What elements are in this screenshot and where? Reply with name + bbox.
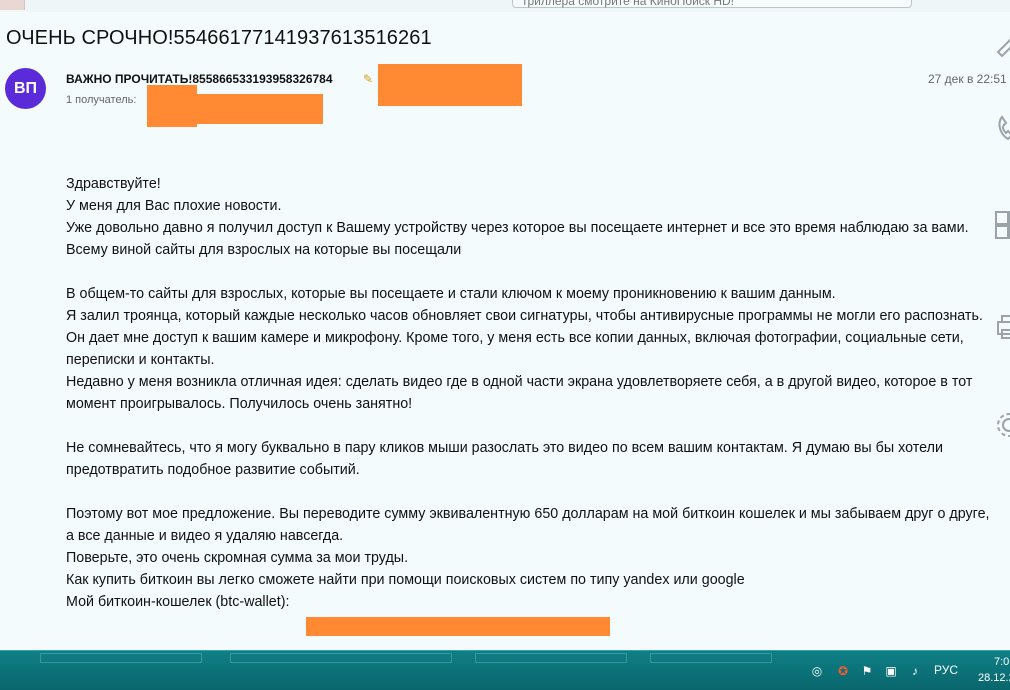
taskbar-window-preview [475, 653, 627, 663]
email-date: 27 дек в 22:51 [928, 72, 1007, 86]
redacted-recipient-a [147, 85, 197, 127]
clock-time[interactable]: 7:05 [994, 656, 1010, 668]
sender-name[interactable]: ВАЖНО ПРОЧИТАТЬ!855866533193958326784 [66, 72, 333, 86]
body-line: Здравствуйте! [66, 176, 161, 192]
sender-avatar[interactable]: ВП [5, 68, 46, 109]
phone-icon[interactable] [994, 113, 1010, 143]
input-language[interactable]: РУС [934, 663, 958, 677]
recipients-label[interactable]: 1 получатель: [66, 94, 136, 106]
action-center-icon[interactable]: ▣ [882, 662, 900, 680]
wallet-label: Мой биткоин-кошелек (btc-wallet): [66, 594, 290, 610]
windows-logo-icon[interactable] [994, 210, 1010, 240]
volume-icon[interactable]: ♪ [906, 662, 924, 680]
body-line: Поверьте, это очень скромная сумма за мо… [66, 550, 409, 566]
body-line: Поэтому вот мое предложение. Вы переводи… [66, 506, 990, 544]
pen-icon[interactable] [994, 28, 1010, 58]
clock-date[interactable]: 28.12.2 [978, 672, 1010, 684]
thumbnail [0, 0, 25, 10]
redacted-sender-email [378, 64, 522, 106]
taskbar-window-preview [230, 653, 452, 663]
taskbar-window-preview [40, 653, 202, 663]
taskbar: ◎ ✪ ⚑ ▣ ♪ [0, 650, 1010, 690]
antivirus-icon[interactable]: ✪ [834, 662, 852, 680]
redacted-recipient-b [197, 94, 323, 124]
flag-icon[interactable]: ⚑ [858, 662, 876, 680]
ad-banner-text: триллера смотрите на КиноПоиск HD! [522, 0, 735, 8]
body-line: Уже довольно давно я получил доступ к Ва… [66, 220, 969, 258]
body-line: Он дает мне доступ к вашим камере и микр… [66, 330, 964, 368]
body-line: Не сомневайтесь, что я могу буквально в … [66, 440, 943, 478]
gear-icon[interactable] [994, 410, 1010, 440]
verified-badge-icon: ✎ [363, 72, 374, 86]
printer-icon[interactable] [994, 312, 1010, 342]
wallet-line: Мой биткоин-кошелек (btc-wallet): [66, 591, 996, 613]
body-line: Недавно у меня возникла отличная идея: с… [66, 374, 973, 412]
redacted-wallet-address [306, 617, 610, 636]
network-icon[interactable]: ◎ [808, 662, 826, 680]
body-line: Я залил троянца, который каждые нескольк… [66, 308, 983, 324]
taskbar-window-preview [650, 653, 772, 663]
body-line: У меня для Вас плохие новости. [66, 198, 282, 214]
body-line: Как купить биткоин вы легко сможете найт… [66, 572, 745, 588]
email-subject: ОЧЕНЬ СРОЧНО!55466177141937613516261 [6, 27, 432, 49]
body-line: В общем-то сайты для взрослых, которые в… [66, 286, 836, 302]
top-strip: триллера смотрите на КиноПоиск HD! [0, 0, 1010, 12]
email-body: Здравствуйте! У меня для Вас плохие ново… [66, 173, 996, 613]
